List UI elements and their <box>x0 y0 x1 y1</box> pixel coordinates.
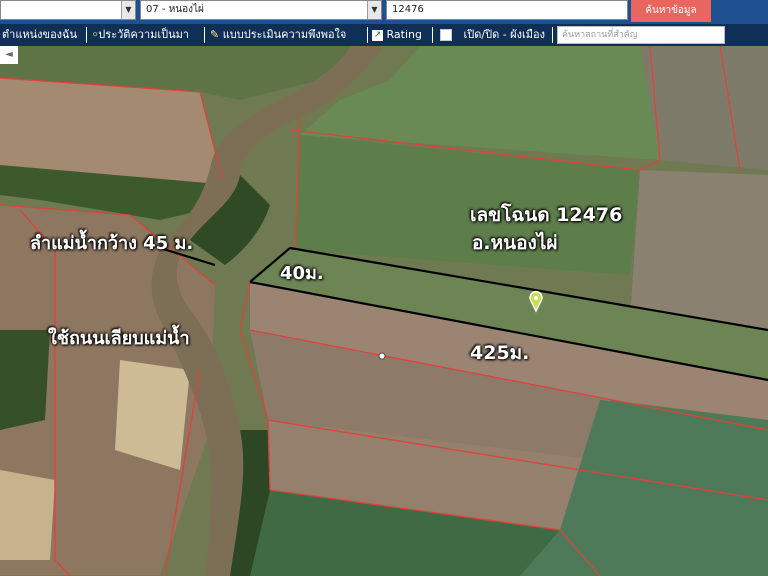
point-marker <box>378 352 386 360</box>
length-measure-label: 425ม. <box>470 342 530 364</box>
chart-icon: ↗ <box>372 29 383 41</box>
deed-number-input[interactable]: 12476 <box>386 0 628 20</box>
district-label: อ.หนองไผ่ <box>472 232 558 254</box>
menu-rating[interactable]: ↗ Rating <box>372 24 422 46</box>
satellite-map[interactable] <box>0 46 768 576</box>
amphoe-select[interactable]: 07 - หนองไผ่ ▼ <box>140 0 382 20</box>
top-toolbar: ▼ 07 - หนองไผ่ ▼ 12476 ค้นหาข้อมูล <box>0 0 768 24</box>
road-label: ใช้ถนนเลียบแม่น้ำ <box>48 328 190 349</box>
menu-survey-label: แบบประเมินความพึงพอใจ <box>222 28 347 41</box>
chevron-down-icon: ▼ <box>367 1 381 19</box>
province-select[interactable]: ▼ <box>0 0 136 20</box>
menu-history-label: ประวัติความเป็นมา <box>98 28 190 41</box>
menu-toggle-label: เปิด/ปิด - ผังเมือง <box>463 28 546 41</box>
menu-survey[interactable]: ✎ แบบประเมินความพึงพอใจ <box>210 24 346 46</box>
place-search-input[interactable]: ค้นหาสถานที่สำคัญ <box>557 26 725 44</box>
width-measure-label: 40ม. <box>280 263 324 284</box>
field-gray <box>630 170 768 330</box>
menu-divider <box>204 27 205 43</box>
menu-history[interactable]: ⸰ประวัติความเป็นมา <box>92 24 189 46</box>
menu-divider <box>367 27 368 43</box>
menu-my-location[interactable]: ตำแหน่งของฉัน <box>2 24 77 46</box>
cityplan-checkbox[interactable] <box>440 29 452 41</box>
menu-toggle-cityplan[interactable]: เปิด/ปิด - ผังเมือง <box>440 24 545 46</box>
menu-rating-label: Rating <box>386 28 422 41</box>
menu-divider <box>552 27 553 43</box>
amphoe-select-value: 07 - หนองไผ่ <box>146 4 204 15</box>
menu-divider <box>432 27 433 43</box>
search-button[interactable]: ค้นหาข้อมูล <box>631 0 711 22</box>
river-width-label: ลำแม่น้ำกว้าง 45 ม. <box>30 233 194 254</box>
menu-divider <box>86 27 87 43</box>
chevron-down-icon: ▼ <box>121 1 135 19</box>
field-light <box>0 470 55 560</box>
tree-belt <box>0 330 50 430</box>
map-collapse-icon[interactable]: ◄ <box>0 46 18 64</box>
deed-number-label: เลขโฉนด 12476 <box>470 204 623 226</box>
survey-icon: ✎ <box>210 28 220 41</box>
